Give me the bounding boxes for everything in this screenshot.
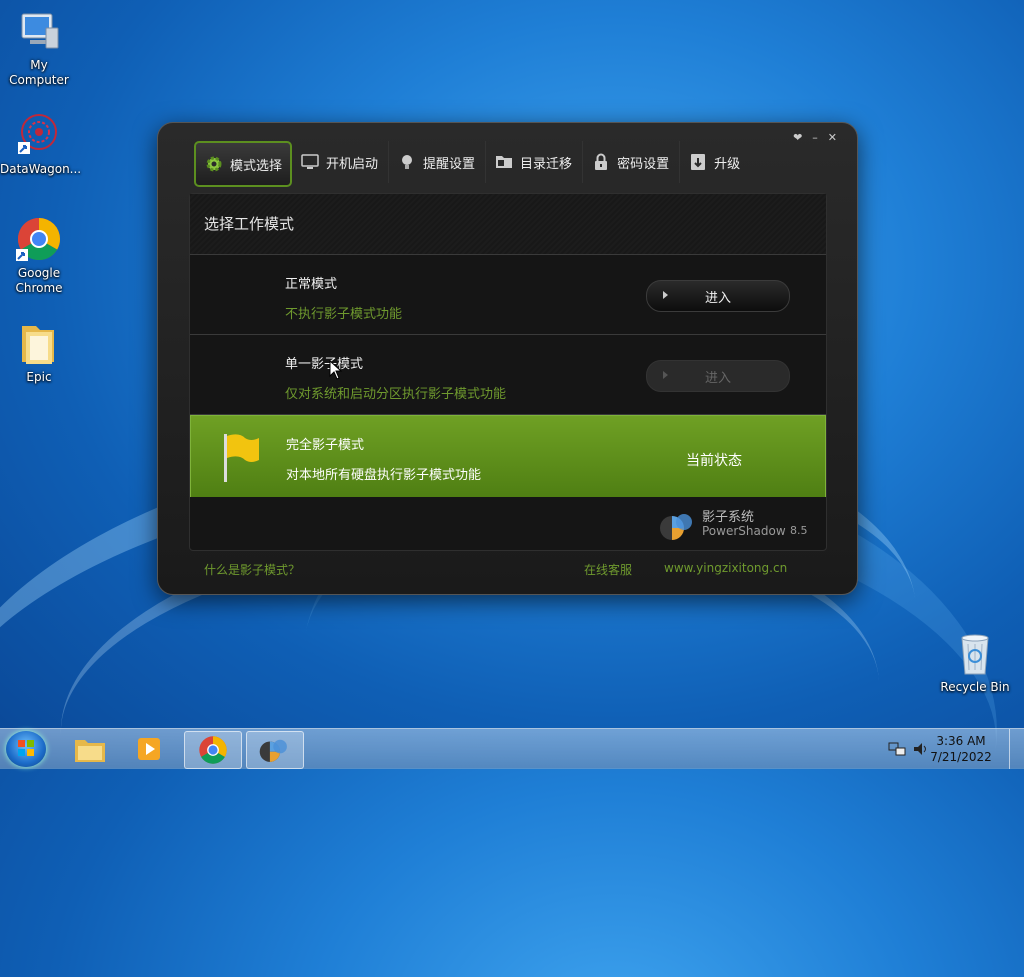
tab-directory-migration[interactable]: 目录迁移 bbox=[486, 141, 584, 183]
clock-time: 3:36 AM bbox=[936, 734, 986, 748]
file-explorer-icon bbox=[75, 740, 105, 762]
folder-icon bbox=[16, 320, 62, 366]
tab-label: 开机启动 bbox=[326, 156, 379, 172]
play-arrow-icon bbox=[663, 291, 668, 299]
taskbar-chrome[interactable] bbox=[184, 731, 242, 769]
powershadow-brand: 影子系统 PowerShadow 8.5 bbox=[658, 506, 818, 542]
recycle-bin-icon bbox=[952, 630, 998, 676]
mode-title: 单一影子模式 bbox=[285, 357, 364, 372]
mode-title: 完全影子模式 bbox=[286, 438, 365, 453]
tab-password[interactable]: 密码设置 bbox=[583, 141, 681, 183]
tab-label: 目录迁移 bbox=[520, 156, 573, 172]
taskbar-media-player[interactable] bbox=[122, 731, 178, 767]
close-button[interactable]: ✕ bbox=[828, 131, 837, 144]
powershadow-logo-icon bbox=[658, 510, 698, 542]
monitor-icon bbox=[300, 152, 320, 172]
mouse-cursor-icon bbox=[329, 359, 343, 384]
main-tabs: 模式选择 开机启动 提醒设置 目录迁移 密码设置 升级 bbox=[194, 141, 750, 187]
tab-startup[interactable]: 开机启动 bbox=[292, 141, 390, 183]
tab-label: 密码设置 bbox=[617, 156, 670, 172]
desktop-icon-datawagon[interactable]: DataWagon... bbox=[0, 112, 81, 177]
powershadow-logo-icon bbox=[259, 739, 287, 762]
mode-title: 正常模式 bbox=[285, 277, 338, 292]
tab-label: 提醒设置 bbox=[423, 156, 476, 172]
enter-normal-button[interactable]: 进入 bbox=[646, 280, 790, 312]
mode-desc: 对本地所有硬盘执行影子模式功能 bbox=[286, 468, 482, 483]
show-desktop-button[interactable] bbox=[1009, 729, 1024, 769]
clock[interactable]: 3:36 AM 7/21/2022 bbox=[926, 733, 996, 765]
lightbulb-icon bbox=[397, 152, 417, 172]
mode-desc: 仅对系统和启动分区执行影子模式功能 bbox=[285, 387, 507, 402]
what-is-shadow-mode-link[interactable]: 什么是影子模式？ bbox=[204, 561, 300, 578]
lock-icon bbox=[591, 152, 611, 172]
mode-row-normal: 正常模式 不执行影子模式功能 进入 bbox=[190, 255, 826, 335]
folder-move-icon bbox=[494, 152, 514, 172]
media-player-icon bbox=[138, 738, 160, 760]
online-service-link[interactable]: 在线客服 bbox=[584, 561, 632, 578]
taskbar-explorer[interactable] bbox=[62, 731, 118, 767]
tab-reminder[interactable]: 提醒设置 bbox=[389, 141, 487, 183]
tab-label: 升级 bbox=[714, 156, 741, 172]
tab-upgrade[interactable]: 升级 bbox=[680, 141, 750, 183]
heart-icon[interactable]: ❤ bbox=[793, 131, 802, 144]
computer-icon bbox=[16, 8, 62, 54]
datawagon-icon bbox=[16, 112, 62, 158]
windows-logo-icon bbox=[18, 740, 34, 756]
flag-icon bbox=[221, 432, 261, 488]
play-arrow-icon bbox=[663, 371, 668, 379]
minimize-button[interactable]: – bbox=[812, 131, 818, 144]
taskbar: 3:36 AM 7/21/2022 bbox=[0, 728, 1024, 769]
gear-icon bbox=[204, 154, 224, 174]
desktop-icon-recycle-bin[interactable]: Recycle Bin bbox=[936, 630, 1014, 695]
website-link[interactable]: www.yingzixitong.cn bbox=[664, 561, 787, 575]
mode-desc: 不执行影子模式功能 bbox=[285, 307, 403, 322]
chrome-icon bbox=[199, 736, 227, 764]
start-button[interactable] bbox=[6, 731, 46, 767]
window-controls: ❤ – ✕ bbox=[793, 131, 837, 144]
chrome-icon bbox=[16, 216, 62, 262]
mode-row-single-shadow: 单一影子模式 仅对系统和启动分区执行影子模式功能 进入 bbox=[190, 335, 826, 415]
desktop-icon-chrome[interactable]: Google Chrome bbox=[0, 216, 78, 296]
enter-single-shadow-button[interactable]: 进入 bbox=[646, 360, 790, 392]
network-icon[interactable] bbox=[888, 741, 906, 761]
tab-label: 模式选择 bbox=[230, 158, 283, 174]
panel-title: 选择工作模式 bbox=[190, 194, 826, 255]
mode-panel: 选择工作模式 正常模式 不执行影子模式功能 进入 单一影子模式 仅对系统和启动分… bbox=[189, 193, 827, 551]
current-state-label: 当前状态 bbox=[686, 453, 742, 469]
mode-row-full-shadow: 完全影子模式 对本地所有硬盘执行影子模式功能 当前状态 bbox=[190, 415, 826, 497]
taskbar-powershadow[interactable] bbox=[246, 731, 304, 769]
powershadow-window: ❤ – ✕ 模式选择 开机启动 提醒设置 目录迁移 密码设置 升级 选择工作模式… bbox=[157, 122, 858, 595]
desktop-icon-my-computer[interactable]: My Computer bbox=[0, 8, 78, 88]
tab-mode-select[interactable]: 模式选择 bbox=[194, 141, 293, 187]
desktop-icon-epic[interactable]: Epic bbox=[0, 320, 78, 385]
upgrade-icon bbox=[688, 152, 708, 172]
clock-date: 7/21/2022 bbox=[930, 750, 992, 764]
